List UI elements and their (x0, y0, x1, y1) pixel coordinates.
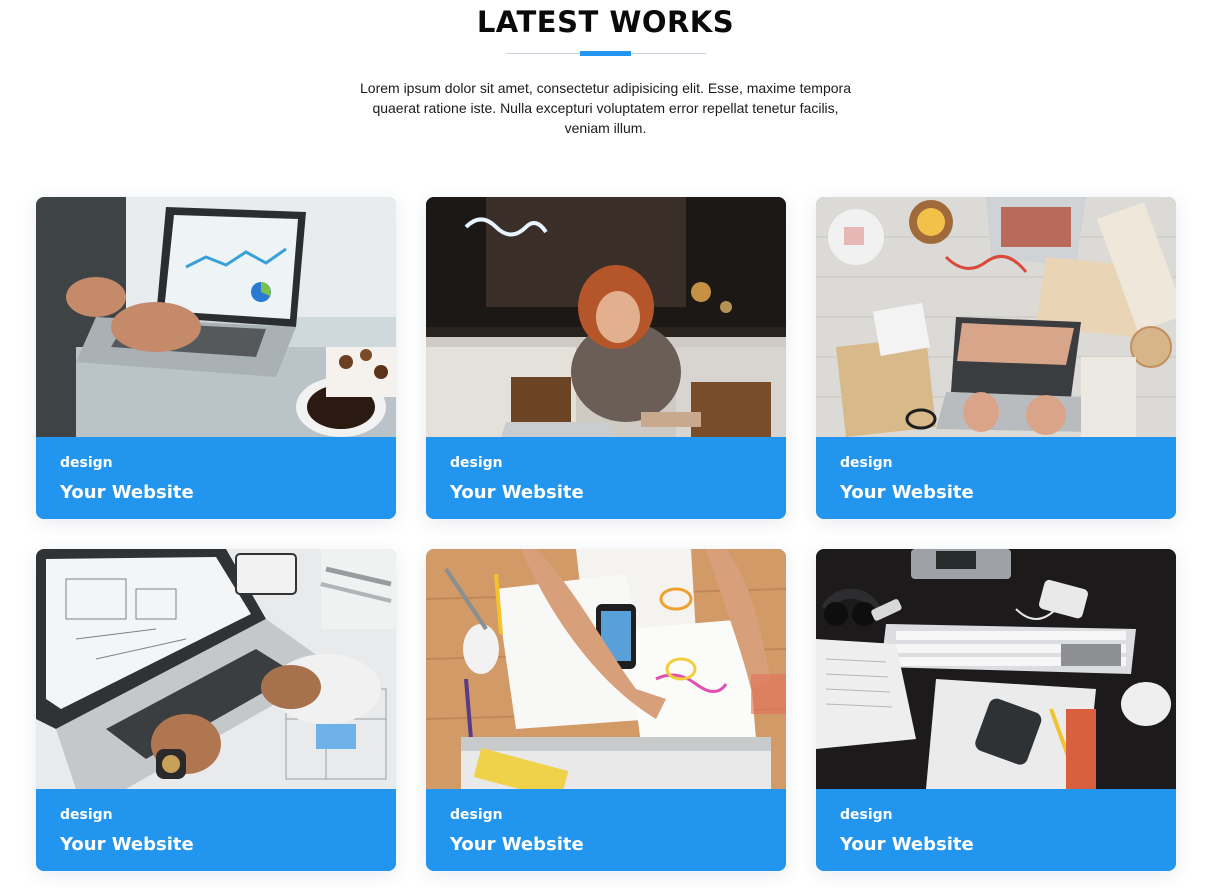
work-card-footer: design Your Website (816, 789, 1176, 871)
work-category: design (60, 807, 113, 823)
section-title: LATEST WORKS (476, 5, 735, 39)
work-card-footer: design Your Website (426, 437, 786, 519)
work-title[interactable]: Your Website (450, 834, 584, 855)
work-card[interactable]: design Your Website (426, 549, 786, 871)
work-title[interactable]: Your Website (60, 834, 194, 855)
section-intro: Lorem ipsum dolor sit amet, consectetur … (360, 80, 851, 136)
work-thumbnail-image[interactable] (816, 197, 1176, 437)
work-card[interactable]: design Your Website (816, 197, 1176, 519)
work-card[interactable]: design Your Website (36, 549, 396, 871)
work-card-footer: design Your Website (36, 789, 396, 871)
work-thumbnail-image[interactable] (36, 197, 396, 437)
work-card-footer: design Your Website (36, 437, 396, 519)
work-thumbnail-image[interactable] (816, 549, 1176, 789)
title-accent-bar (580, 51, 631, 56)
work-card-footer: design Your Website (816, 437, 1176, 519)
work-category: design (450, 455, 503, 471)
work-category: design (840, 455, 893, 471)
work-card-footer: design Your Website (426, 789, 786, 871)
work-title[interactable]: Your Website (60, 482, 194, 503)
work-thumbnail-image[interactable] (426, 197, 786, 437)
work-title[interactable]: Your Website (840, 834, 974, 855)
work-card[interactable]: design Your Website (426, 197, 786, 519)
work-card[interactable]: design Your Website (816, 549, 1176, 871)
work-category: design (60, 455, 113, 471)
work-title[interactable]: Your Website (840, 482, 974, 503)
work-category: design (840, 807, 893, 823)
work-card[interactable]: design Your Website (36, 197, 396, 519)
work-thumbnail-image[interactable] (36, 549, 396, 789)
work-thumbnail-image[interactable] (426, 549, 786, 789)
work-title[interactable]: Your Website (450, 482, 584, 503)
work-category: design (450, 807, 503, 823)
